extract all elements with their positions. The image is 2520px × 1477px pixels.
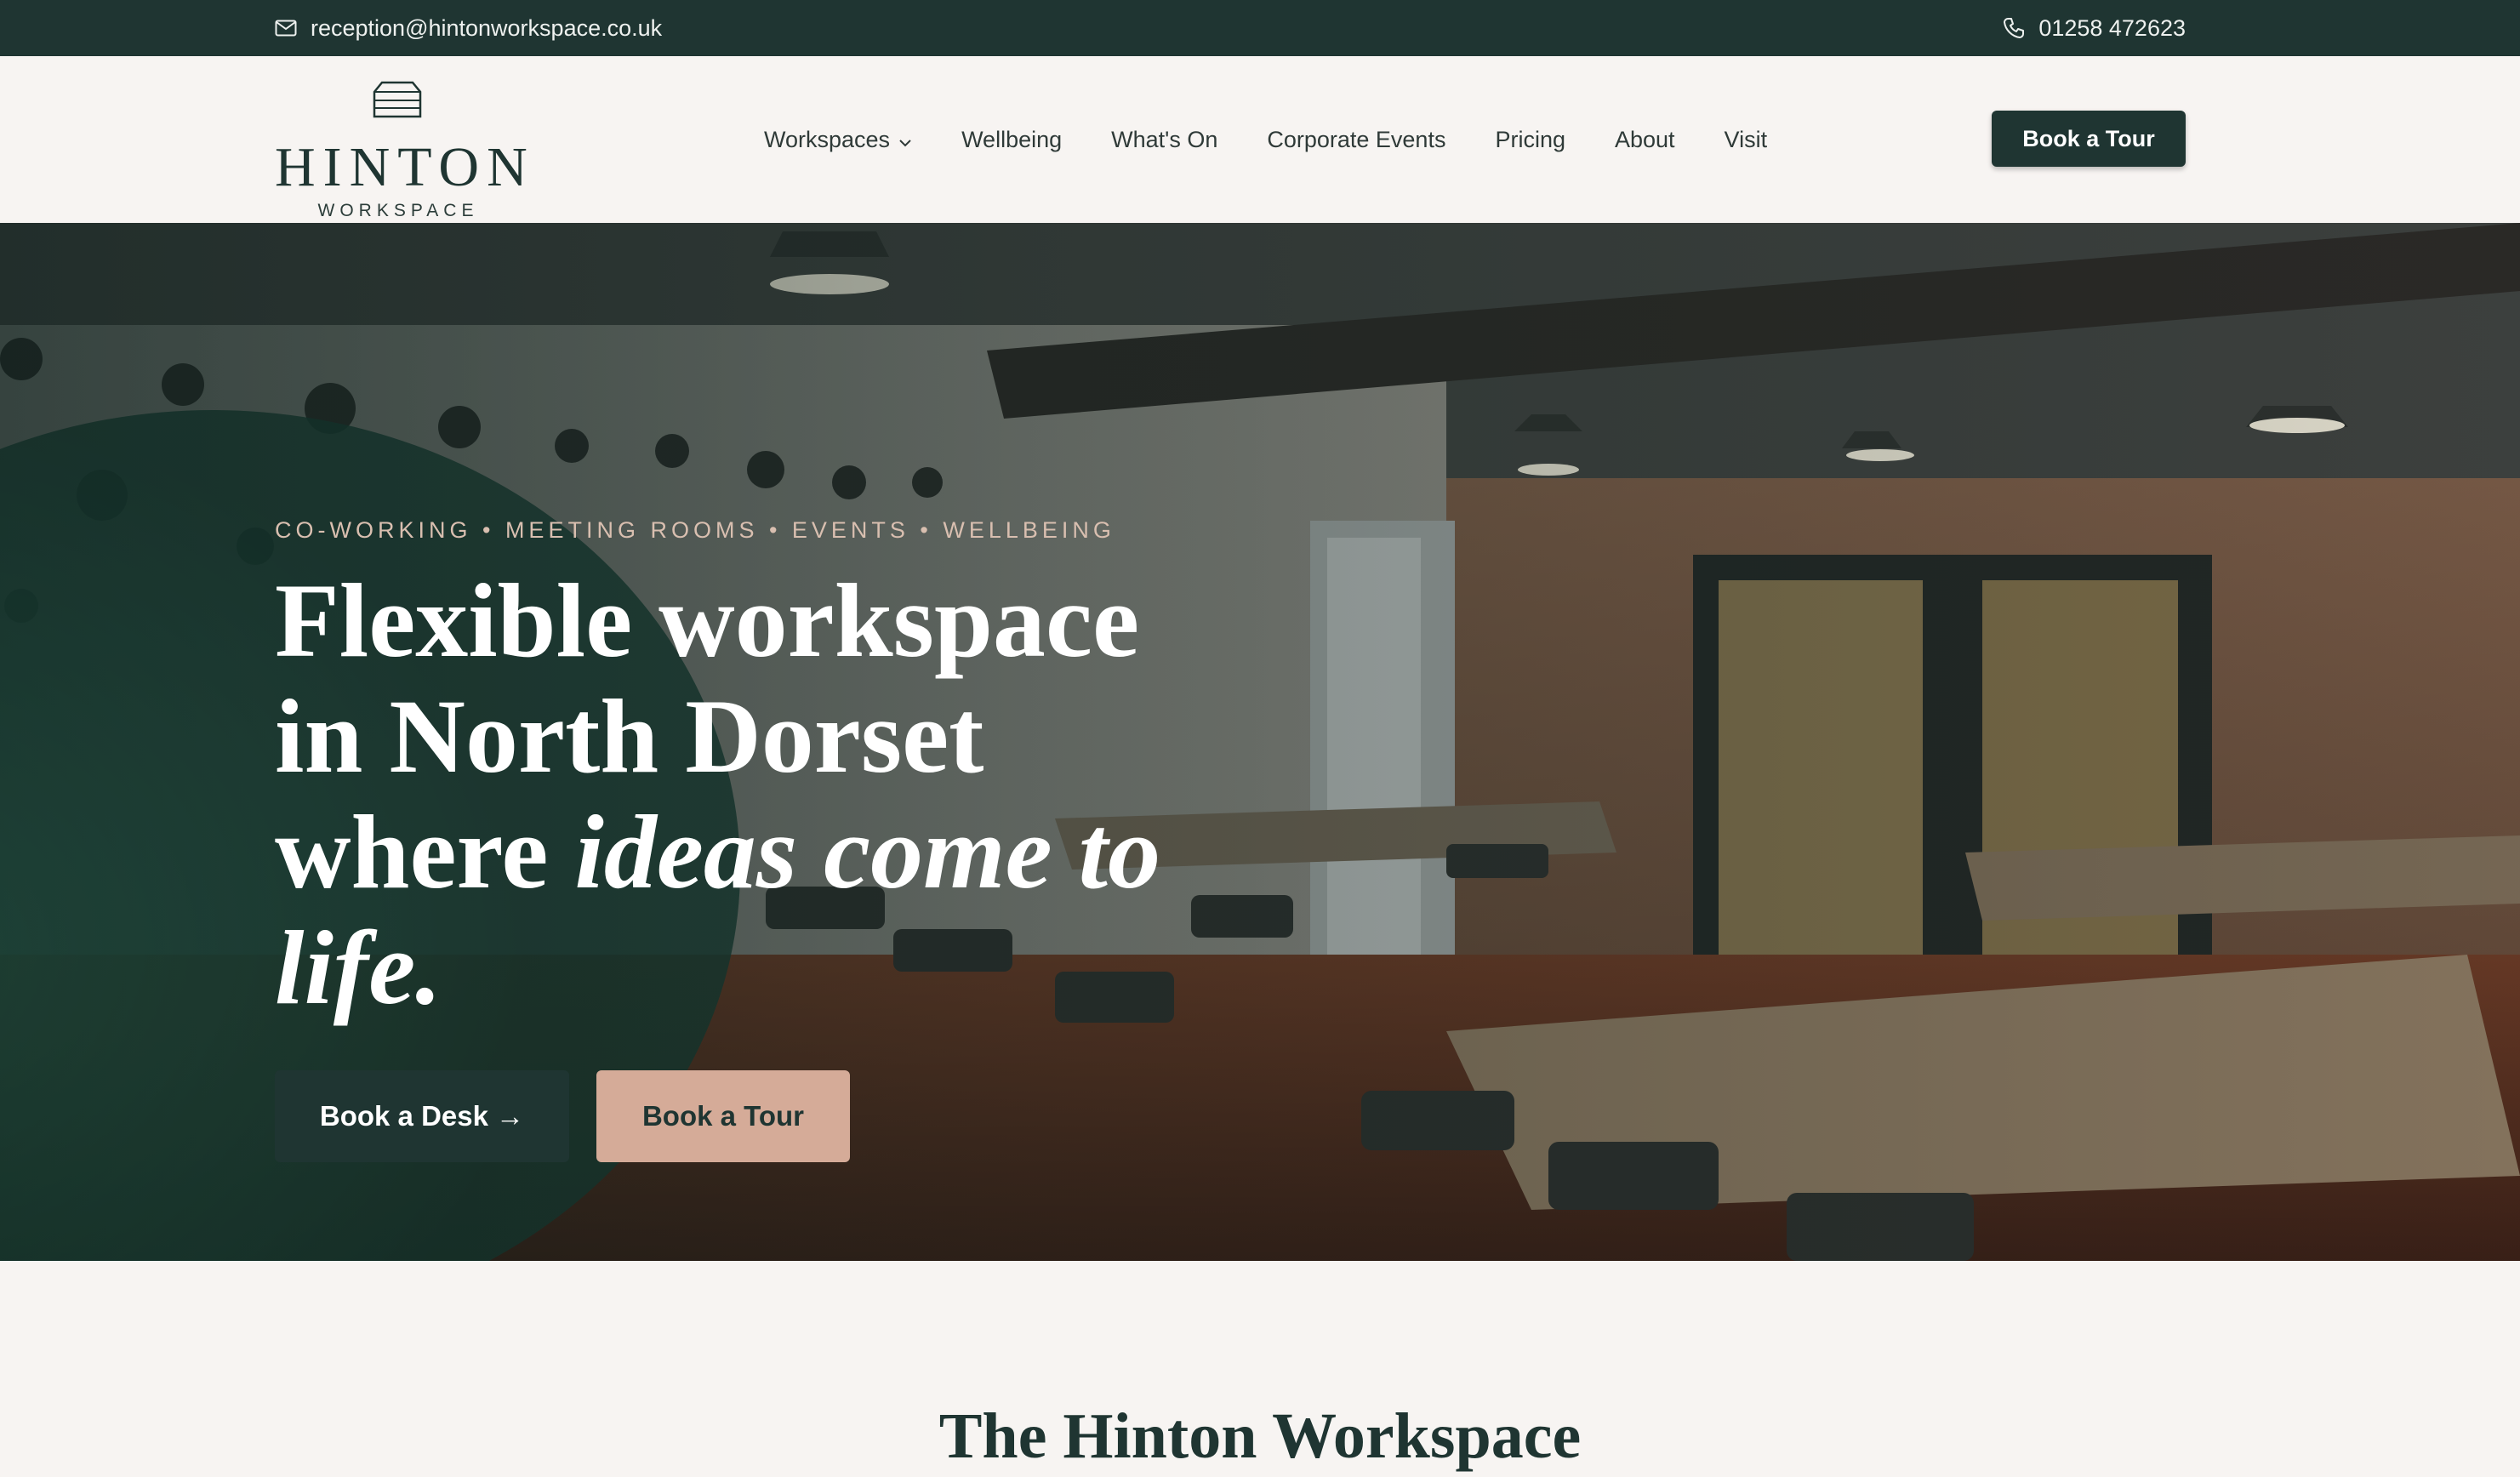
header-book-tour-button[interactable]: Book a Tour bbox=[1992, 111, 2186, 167]
nav-item-label: Workspaces bbox=[764, 126, 891, 152]
headline-line-2: in North Dorset bbox=[275, 678, 984, 795]
nav-item-label: Wellbeing bbox=[961, 126, 1063, 152]
headline-line-4-italic: life. bbox=[275, 910, 442, 1026]
barn-logo-icon bbox=[372, 80, 423, 123]
nav-item-visit[interactable]: Visit bbox=[1725, 127, 1768, 153]
nav-item-label: What's On bbox=[1111, 126, 1218, 152]
nav-item-label: Pricing bbox=[1495, 126, 1565, 152]
email-text: reception@hintonworkspace.co.uk bbox=[311, 14, 663, 41]
nav-item-label: Visit bbox=[1724, 126, 1768, 152]
main-nav: Workspaces Wellbeing What's On Corporate… bbox=[764, 56, 1767, 223]
headline-line-1: Flexible workspace bbox=[275, 562, 1139, 679]
phone-link[interactable]: 01258 472623 bbox=[2003, 0, 2186, 56]
headline-line-3-italic: ideas come to bbox=[574, 794, 1161, 910]
nav-item-label: Corporate Events bbox=[1267, 126, 1446, 152]
hero-headline: Flexible workspace in North Dorset where… bbox=[275, 563, 1381, 1026]
nav-item-corporate-events[interactable]: Corporate Events bbox=[1267, 127, 1445, 153]
nav-item-pricing[interactable]: Pricing bbox=[1495, 127, 1565, 153]
nav-item-whats-on[interactable]: What's On bbox=[1111, 127, 1217, 153]
nav-item-workspaces[interactable]: Workspaces bbox=[764, 127, 912, 153]
book-desk-button[interactable]: Book a Desk → bbox=[275, 1070, 569, 1162]
logo-subtitle: WORKSPACE bbox=[317, 201, 479, 220]
top-contact-bar: reception@hintonworkspace.co.uk 01258 47… bbox=[0, 0, 2520, 56]
email-link[interactable]: reception@hintonworkspace.co.uk bbox=[275, 0, 662, 56]
section-title: The Hinton Workspace bbox=[938, 1400, 1582, 1472]
nav-item-label: About bbox=[1614, 126, 1675, 152]
nav-item-about[interactable]: About bbox=[1615, 127, 1675, 153]
chevron-down-icon bbox=[898, 127, 912, 153]
hero-section: CO-WORKING • MEETING ROOMS • EVENTS • WE… bbox=[0, 223, 2520, 1261]
phone-text: 01258 472623 bbox=[2038, 14, 2186, 41]
headline-line-3: where bbox=[275, 794, 575, 910]
site-header: HINTON WORKSPACE Workspaces Wellbeing Wh… bbox=[0, 56, 2520, 223]
phone-icon bbox=[2003, 17, 2025, 39]
logo-name: HINTON bbox=[275, 136, 535, 198]
logo[interactable]: HINTON WORKSPACE bbox=[275, 80, 535, 220]
hero-eyebrow: CO-WORKING • MEETING ROOMS • EVENTS • WE… bbox=[275, 517, 1115, 543]
nav-item-wellbeing[interactable]: Wellbeing bbox=[961, 127, 1062, 153]
mail-icon bbox=[275, 20, 297, 37]
hero-book-tour-button[interactable]: Book a Tour bbox=[596, 1070, 850, 1162]
